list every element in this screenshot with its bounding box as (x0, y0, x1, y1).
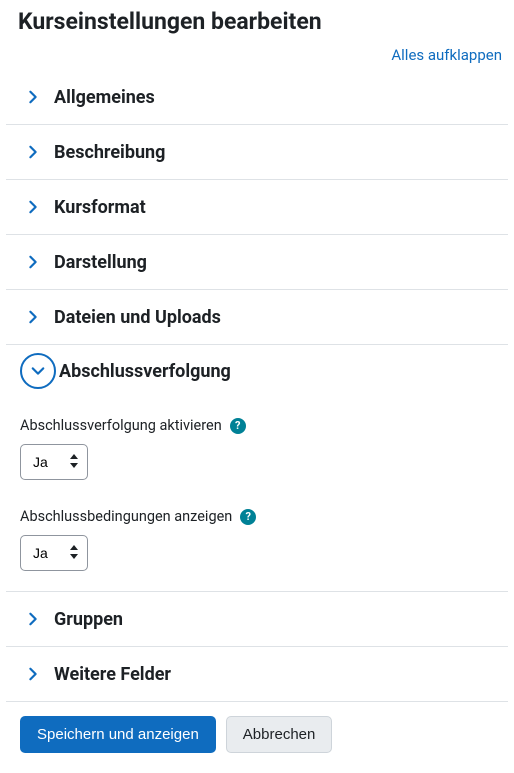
enable-completion-label: Abschlussverfolgung aktivieren (20, 417, 222, 434)
chevron-right-icon (20, 249, 46, 275)
chevron-right-icon (20, 606, 46, 632)
chevron-right-icon (20, 139, 46, 165)
section-title: Kursformat (54, 197, 146, 218)
section-title: Dateien und Uploads (54, 307, 221, 328)
section-format[interactable]: Kursformat (6, 180, 508, 235)
section-general[interactable]: Allgemeines (6, 70, 508, 125)
expand-all-link[interactable]: Alles aufklappen (391, 46, 502, 64)
section-groups[interactable]: Gruppen (6, 592, 508, 647)
completion-form: Abschlussverfolgung aktivieren ? Ja Absc… (6, 397, 508, 592)
section-description[interactable]: Beschreibung (6, 125, 508, 180)
section-files[interactable]: Dateien und Uploads (6, 290, 508, 345)
show-conditions-select[interactable]: Ja (20, 535, 88, 571)
help-icon[interactable]: ? (230, 418, 246, 434)
save-display-button[interactable]: Speichern und anzeigen (20, 716, 216, 753)
section-title: Gruppen (54, 609, 123, 630)
chevron-right-icon (20, 194, 46, 220)
help-icon[interactable]: ? (240, 509, 256, 525)
chevron-right-icon (20, 304, 46, 330)
section-completion[interactable]: Abschlussverfolgung (6, 345, 508, 397)
section-title: Allgemeines (54, 87, 155, 108)
cancel-button[interactable]: Abbrechen (226, 716, 333, 753)
chevron-right-icon (20, 661, 46, 687)
section-title: Darstellung (54, 252, 147, 273)
section-title: Beschreibung (54, 142, 165, 163)
enable-completion-select[interactable]: Ja (20, 444, 88, 480)
section-other[interactable]: Weitere Felder (6, 647, 508, 702)
chevron-down-icon (20, 353, 56, 389)
section-title: Weitere Felder (54, 664, 171, 685)
section-title: Abschlussverfolgung (59, 361, 231, 382)
show-conditions-label: Abschlussbedingungen anzeigen (20, 508, 232, 525)
page-title: Kurseinstellungen bearbeiten (6, 8, 508, 35)
chevron-right-icon (20, 84, 46, 110)
section-appearance[interactable]: Darstellung (6, 235, 508, 290)
